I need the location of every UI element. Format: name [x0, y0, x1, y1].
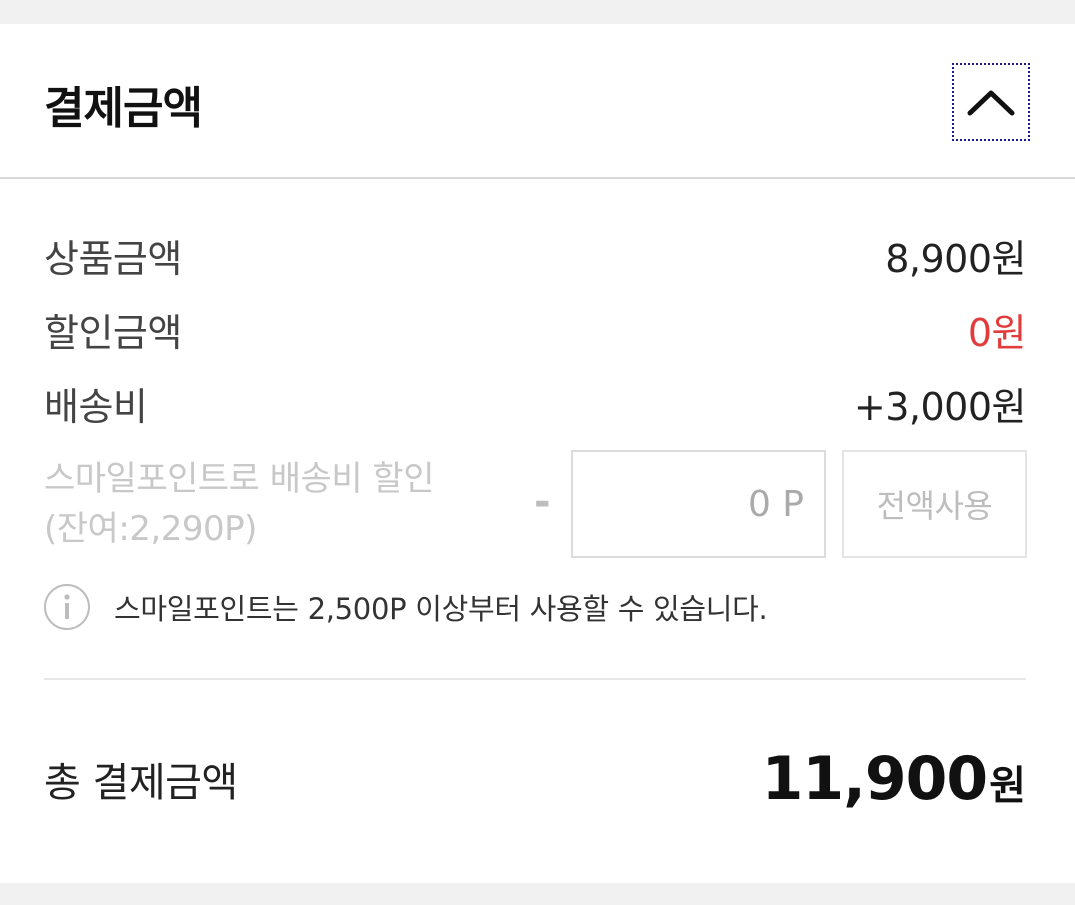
discount-amount-row: 할인금액 0원: [44, 304, 1027, 355]
discount-amount-label: 할인금액: [44, 310, 182, 355]
total-payment-unit: 원: [989, 763, 1026, 809]
collapse-button[interactable]: [952, 63, 1030, 141]
total-payment-row: 총 결제금액 11,900 원: [44, 744, 1026, 814]
divider: [44, 678, 1026, 680]
total-payment-value: 11,900 원: [762, 744, 1026, 814]
shipping-fee-label: 배송비: [44, 384, 148, 429]
smile-point-label-line1: 스마일포인트로 배송비 할인: [44, 459, 434, 499]
minus-sign: -: [534, 479, 551, 525]
info-icon: [44, 584, 90, 630]
chevron-up-icon: [967, 90, 1015, 116]
product-amount-row: 상품금액 8,900원: [44, 230, 1026, 281]
point-notice: 스마일포인트는 2,500P 이상부터 사용할 수 있습니다.: [44, 582, 768, 632]
product-amount-value: 8,900원: [885, 236, 1026, 281]
total-payment-label: 총 결제금액: [44, 760, 238, 806]
discount-amount-value: 0원: [967, 310, 1027, 355]
smile-point-balance: (잔여:2,290P): [44, 509, 257, 549]
section-title: 결제금액: [44, 83, 203, 134]
shipping-fee-value: +3,000원: [853, 384, 1027, 429]
total-payment-amount: 11,900: [761, 744, 989, 814]
use-all-points-button[interactable]: 전액사용: [842, 450, 1027, 558]
product-amount-label: 상품금액: [44, 236, 182, 281]
shipping-fee-row: 배송비 +3,000원: [44, 378, 1027, 429]
payment-header: 결제금액: [0, 24, 1075, 179]
point-input[interactable]: [571, 450, 826, 558]
point-notice-text: 스마일포인트는 2,500P 이상부터 사용할 수 있습니다.: [114, 592, 768, 626]
payment-amount-card: 결제금액 상품금액 8,900원 할인금액 0원 배송비 +3,000원 스마일…: [0, 24, 1075, 883]
smile-point-label: 스마일포인트로 배송비 할인 (잔여:2,290P): [44, 454, 514, 554]
